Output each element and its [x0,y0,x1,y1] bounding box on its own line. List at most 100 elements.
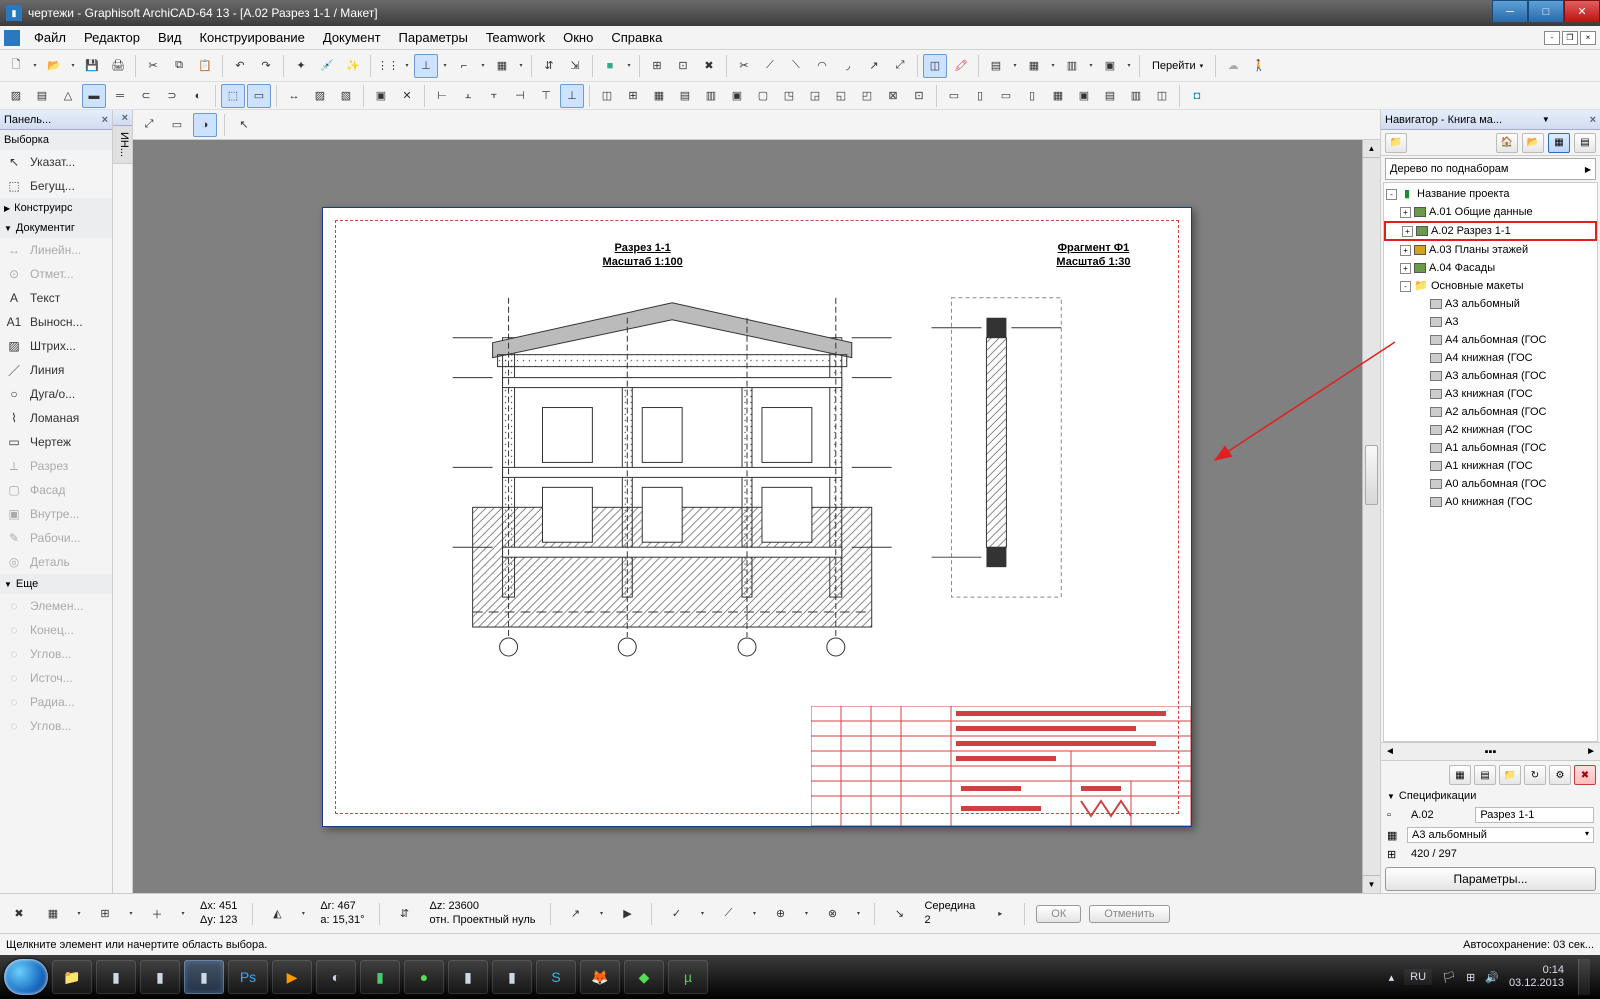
tree-master-9[interactable]: А1 книжная (ГОС [1384,457,1597,475]
tool-item-8[interactable]: ▭Чертеж [0,430,112,454]
tool-item-7[interactable]: ⌇Ломаная [0,406,112,430]
render-dropdown[interactable]: ▾ [624,54,634,78]
level-button[interactable]: ⇵ [537,54,561,78]
win-11[interactable]: ◰ [855,84,879,108]
level-dim-button[interactable]: ⇲ [563,54,587,78]
win-5[interactable]: ▥ [699,84,723,108]
coord-snap-dropdown[interactable]: ▾ [126,902,136,926]
magic-wand-button[interactable]: ✨ [341,54,365,78]
display-button[interactable]: ▣ [1098,54,1122,78]
extend-button[interactable]: ↗ [862,54,886,78]
edit-hatch[interactable]: ▨ [308,84,332,108]
edit-1[interactable]: ▨ [4,84,28,108]
paste-button[interactable]: 📋 [193,54,217,78]
tool-item-6[interactable]: ○Дуга/о... [0,382,112,406]
win-9[interactable]: ◲ [803,84,827,108]
task-app-9[interactable]: ● [404,960,444,994]
layout-canvas[interactable]: Разрез 1-1Масштаб 1:100 Фрагмент Ф1Масшт… [133,140,1380,893]
tree-master-11[interactable]: А0 книжная (ГОС [1384,493,1597,511]
toolbox-close-icon[interactable]: × [102,114,108,126]
copy-button[interactable]: ⧉ [167,54,191,78]
render-button[interactable]: ■ [598,54,622,78]
group-2-button[interactable]: ⊡ [671,54,695,78]
coord-plus-dropdown[interactable]: ▾ [178,902,188,926]
edit-4[interactable]: ▬ [82,84,106,108]
layout-5[interactable]: ▦ [1046,84,1070,108]
win-6[interactable]: ▣ [725,84,749,108]
save-button[interactable]: 💾 [80,54,104,78]
highlighter-button[interactable]: 🖍 [949,54,973,78]
nav-new-layout[interactable]: ▦ [1449,765,1471,785]
tree-layout-2[interactable]: +А.03 Планы этажей [1384,241,1597,259]
snap-1-button[interactable]: ⋮⋮ [376,54,400,78]
snap-perp-dropdown[interactable]: ▾ [440,54,450,78]
tree-master-0[interactable]: А3 альбомный [1384,295,1597,313]
edit-8[interactable]: ◐ [186,84,210,108]
spec-name-field[interactable]: Разрез 1-1 [1475,807,1594,823]
layout-6[interactable]: ▣ [1072,84,1096,108]
group-1-button[interactable]: ⊞ [645,54,669,78]
task-app-3[interactable]: ▮ [140,960,180,994]
split-button[interactable]: ✂ [732,54,756,78]
constr-4-dropdown[interactable]: ▾ [853,902,863,926]
camera-button[interactable]: ☁ [1221,54,1245,78]
fillet-button[interactable]: ◠ [810,54,834,78]
tree-master-8[interactable]: А1 альбомная (ГОС [1384,439,1597,457]
parameters-button[interactable]: Параметры... [1385,867,1596,891]
selection-group[interactable]: Выборка [0,130,112,150]
pen-set-button[interactable]: ▥ [1060,54,1084,78]
menu-view[interactable]: Вид [150,28,190,47]
pen-set-dropdown[interactable]: ▾ [1086,54,1096,78]
cut-button[interactable]: ✂ [141,54,165,78]
redo-button[interactable]: ↷ [254,54,278,78]
edit-lasso[interactable]: ✕ [395,84,419,108]
task-firefox[interactable]: 🦊 [580,960,620,994]
menu-document[interactable]: Документ [315,28,389,47]
menu-edit[interactable]: Редактор [76,28,148,47]
nav-view-tab[interactable]: 🏠 [1496,133,1518,153]
edit-measure[interactable]: ↔ [282,84,306,108]
view-3d[interactable]: ▭ [247,84,271,108]
vertical-scrollbar[interactable]: ▲ ▼ [1362,140,1380,893]
walk-button[interactable]: 🚶 [1247,54,1271,78]
window-minimize-button[interactable]: ─ [1492,0,1528,22]
offset-button[interactable]: ↘ [886,901,912,927]
snap-perp-button[interactable]: ⊥ [414,54,438,78]
navigator-header[interactable]: Навигатор - Книга ма... ▼ × [1381,110,1600,130]
edit-6[interactable]: ⊂ [134,84,158,108]
tree-root[interactable]: -▮Название проекта [1384,185,1597,203]
navigator-close-icon[interactable]: × [1590,114,1596,126]
task-media[interactable]: ▶ [272,960,312,994]
print-button[interactable]: 🖨 [106,54,130,78]
tray-volume-icon[interactable]: 🔊 [1485,971,1499,984]
constr-1[interactable]: ✓ [663,901,689,927]
menu-design[interactable]: Конструирование [191,28,312,47]
task-photoshop[interactable]: Ps [228,960,268,994]
layers-dropdown[interactable]: ▾ [1010,54,1020,78]
offset-dd[interactable]: ▸ [987,901,1013,927]
window-close-button[interactable]: ✕ [1564,0,1600,22]
task-app-2[interactable]: ▮ [96,960,136,994]
ungroup-button[interactable]: ✖ [697,54,721,78]
new-button[interactable]: 🗋 [4,54,28,78]
win-8[interactable]: ◳ [777,84,801,108]
tray-flag-icon[interactable]: 🏳 [1442,971,1456,984]
nav-delete[interactable]: ✖ [1574,765,1596,785]
tree-master-10[interactable]: А0 альбомная (ГОС [1384,475,1597,493]
constr-4[interactable]: ⊗ [819,901,845,927]
undo-button[interactable]: ↶ [228,54,252,78]
syringe-button[interactable]: 💉 [315,54,339,78]
toolbox-header[interactable]: Панель...× [0,110,112,130]
tool-item-5[interactable]: ／Линия [0,358,112,382]
open-dropdown[interactable]: ▾ [68,54,78,78]
zoom-to-button[interactable]: ▭ [165,113,189,137]
align-4[interactable]: ⊣ [508,84,532,108]
win-1[interactable]: ◫ [595,84,619,108]
nav-publisher-tab[interactable]: ▤ [1574,133,1596,153]
align-5[interactable]: ⊤ [534,84,558,108]
task-skype[interactable]: S [536,960,576,994]
align-6[interactable]: ⊥ [560,84,584,108]
edit-2[interactable]: ▤ [30,84,54,108]
guide-1-dropdown[interactable]: ▾ [596,902,606,926]
align-1[interactable]: ⊢ [430,84,454,108]
